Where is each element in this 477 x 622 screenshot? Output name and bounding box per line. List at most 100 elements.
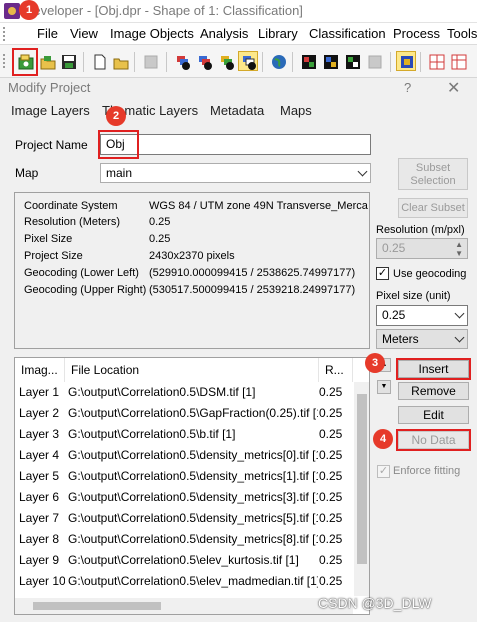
table-row[interactable]: Layer 7 G:\output\Correlation0.5\density… bbox=[15, 508, 353, 529]
view-4-button[interactable] bbox=[364, 51, 384, 71]
table-row[interactable]: Layer 2 G:\output\Correlation0.5\GapFrac… bbox=[15, 403, 353, 424]
file-location-cell: G:\output\Correlation0.5\b.tif [1] bbox=[68, 427, 236, 441]
disabled-tool-button[interactable] bbox=[140, 51, 160, 71]
table-row[interactable]: Layer 8 G:\output\Correlation0.5\density… bbox=[15, 529, 353, 550]
toolbar-separator bbox=[134, 52, 135, 72]
enforce-fitting-checkbox[interactable]: ✓ bbox=[377, 465, 390, 478]
globe-button[interactable] bbox=[268, 51, 288, 71]
toolbar-grip[interactable] bbox=[3, 54, 6, 68]
tab-image-layers[interactable]: Image Layers bbox=[11, 103, 90, 118]
resolution-spinner[interactable]: 0.25 ▲ ▼ bbox=[376, 238, 468, 259]
view-3-icon bbox=[346, 55, 360, 69]
map-select[interactable]: main bbox=[100, 163, 371, 183]
open-file-button[interactable] bbox=[110, 51, 130, 71]
menu-tools[interactable]: Tools bbox=[447, 26, 477, 41]
layer-name-cell: Layer 1 bbox=[19, 385, 60, 399]
toolbar-separator bbox=[292, 52, 293, 72]
spinner-down-icon[interactable]: ▼ bbox=[455, 249, 463, 258]
watermark: CSDN @3D_DLW bbox=[318, 595, 432, 611]
layer-2-icon bbox=[199, 56, 212, 70]
help-button[interactable]: ? bbox=[404, 80, 411, 95]
menu-analysis[interactable]: Analysis bbox=[200, 26, 248, 41]
project-info-panel: Coordinate System WGS 84 / UTM zone 49N … bbox=[14, 192, 370, 349]
resolution-value: 0.25 bbox=[382, 241, 406, 255]
unit-value: Meters bbox=[382, 332, 419, 346]
table-row[interactable]: Layer 5 G:\output\Correlation0.5\density… bbox=[15, 466, 353, 487]
menu-library[interactable]: Library bbox=[258, 26, 298, 41]
menu-view[interactable]: View bbox=[70, 26, 98, 41]
layer-mix-button[interactable] bbox=[396, 51, 416, 71]
split-view-icon bbox=[429, 54, 445, 70]
layer-name-cell: Layer 6 bbox=[19, 490, 60, 504]
vertical-scrollbar[interactable] bbox=[354, 382, 369, 596]
layer-4-icon bbox=[243, 56, 256, 70]
layer-name-cell: Layer 2 bbox=[19, 406, 60, 420]
view-1-button[interactable] bbox=[298, 51, 318, 71]
window-title: Developer - [Obj.dpr - Shape of 1: Class… bbox=[24, 3, 303, 18]
file-location-cell: G:\output\Correlation0.5\elev_kurtosis.t… bbox=[68, 553, 299, 567]
table-row[interactable]: Layer 9 G:\output\Correlation0.5\elev_ku… bbox=[15, 550, 353, 571]
split-view-button[interactable] bbox=[426, 51, 446, 71]
view-4-disabled-icon bbox=[368, 55, 382, 69]
column-header-image[interactable]: Imag... bbox=[15, 358, 65, 382]
horizontal-scrollbar-thumb[interactable] bbox=[33, 602, 161, 610]
toolbar-separator bbox=[390, 52, 391, 72]
use-geocoding-checkbox[interactable]: ✓ bbox=[376, 267, 389, 280]
edit-button[interactable]: Edit bbox=[398, 406, 469, 424]
save-project-button[interactable] bbox=[58, 51, 78, 71]
toolbar-separator bbox=[262, 52, 263, 72]
annotation-badge-4: 4 bbox=[373, 429, 393, 449]
file-location-cell: G:\output\Correlation0.5\GapFraction(0.2… bbox=[68, 406, 318, 420]
open-project-button[interactable] bbox=[37, 51, 57, 71]
resolution-cell: 0.25 bbox=[319, 406, 343, 420]
clear-subset-button[interactable]: Clear Subset bbox=[398, 198, 468, 218]
menu-image-objects[interactable]: Image Objects bbox=[110, 26, 194, 41]
table-row[interactable]: Layer 10 G:\output\Correlation0.5\elev_m… bbox=[15, 571, 353, 592]
pixel-size-select[interactable]: 0.25 bbox=[376, 305, 468, 326]
menu-process[interactable]: Process bbox=[393, 26, 440, 41]
project-name-input[interactable]: Obj bbox=[100, 134, 371, 155]
arrow-down-icon: ▼ bbox=[380, 383, 388, 390]
view-2-button[interactable] bbox=[320, 51, 340, 71]
subset-selection-button[interactable]: Subset Selection bbox=[398, 158, 468, 190]
layer-1-icon bbox=[177, 56, 190, 70]
menu-grip[interactable] bbox=[3, 27, 6, 41]
unit-select[interactable]: Meters bbox=[376, 329, 468, 349]
image-layers-table[interactable]: Imag... File Location R... Layer 1 G:\ou… bbox=[14, 357, 370, 615]
menu-classification[interactable]: Classification bbox=[309, 26, 386, 41]
split-view-2-button[interactable] bbox=[448, 51, 468, 71]
layer-3-button[interactable] bbox=[216, 51, 236, 71]
horizontal-scrollbar[interactable] bbox=[15, 598, 353, 614]
spinner-up-icon[interactable]: ▲ bbox=[455, 240, 463, 249]
layer-1-button[interactable] bbox=[172, 51, 192, 71]
info-key: Project Size bbox=[24, 250, 83, 262]
remove-button[interactable]: Remove bbox=[398, 382, 469, 400]
layer-4-button[interactable] bbox=[238, 51, 258, 71]
annotation-box-4 bbox=[396, 429, 471, 451]
file-location-cell: G:\output\Correlation0.5\density_metrics… bbox=[68, 532, 318, 546]
table-row[interactable]: Layer 4 G:\output\Correlation0.5\density… bbox=[15, 445, 353, 466]
pixel-size-label: Pixel size (unit) bbox=[376, 290, 451, 302]
info-value: 2430x2370 pixels bbox=[149, 250, 235, 262]
map-label: Map bbox=[15, 166, 39, 180]
layer-2-button[interactable] bbox=[194, 51, 214, 71]
dialog-title: Modify Project bbox=[8, 80, 91, 95]
menu-file[interactable]: File bbox=[37, 26, 58, 41]
resolution-cell: 0.25 bbox=[319, 469, 343, 483]
table-row[interactable]: Layer 3 G:\output\Correlation0.5\b.tif [… bbox=[15, 424, 353, 445]
column-header-file-location[interactable]: File Location bbox=[65, 358, 319, 382]
layer-name-cell: Layer 10 bbox=[19, 574, 65, 588]
tab-metadata[interactable]: Metadata bbox=[210, 103, 264, 118]
vertical-scrollbar-thumb[interactable] bbox=[357, 394, 367, 564]
column-header-resolution[interactable]: R... bbox=[319, 358, 353, 382]
file-location-cell: G:\output\Correlation0.5\DSM.tif [1] bbox=[68, 385, 256, 399]
close-button[interactable]: ✕ bbox=[447, 78, 460, 98]
file-location-cell: G:\output\Correlation0.5\density_metrics… bbox=[68, 490, 318, 504]
move-down-button[interactable]: ▼ bbox=[377, 380, 391, 394]
tab-maps[interactable]: Maps bbox=[280, 103, 312, 118]
view-3-button[interactable] bbox=[342, 51, 362, 71]
layer-name-cell: Layer 9 bbox=[19, 553, 60, 567]
table-row[interactable]: Layer 1 G:\output\Correlation0.5\DSM.tif… bbox=[15, 382, 353, 403]
table-row[interactable]: Layer 6 G:\output\Correlation0.5\density… bbox=[15, 487, 353, 508]
new-file-button[interactable] bbox=[89, 51, 109, 71]
